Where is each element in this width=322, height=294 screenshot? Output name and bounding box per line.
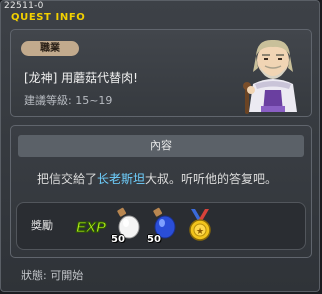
exp-icon: EXP xyxy=(76,219,108,237)
window-title: QUEST INFO xyxy=(11,12,86,23)
reward-label: 獎勵 xyxy=(31,219,53,232)
medal-icon: ★ xyxy=(189,209,211,241)
reward-qty: 50 xyxy=(147,234,161,245)
quest-info-window: 22511-0 QUEST INFO 職業 [龙神] 用蘑菇代替肉! 建議等級:… xyxy=(0,0,320,292)
quest-id: 22511-0 xyxy=(4,1,44,11)
svg-text:EXP: EXP xyxy=(76,219,107,236)
npc-name-link[interactable]: 长老斯坦 xyxy=(97,172,145,186)
quest-content-panel: 內容 把信交給了长老斯坦大叔。听听他的答复吧。 獎勵 EXP 50 50 ★ xyxy=(10,125,312,258)
reward-white-potion[interactable]: 50 xyxy=(109,207,143,245)
reward-medal[interactable]: ★ xyxy=(183,207,217,245)
quest-status: 狀態: 可開始 xyxy=(21,269,84,282)
quest-header-panel: 職業 [龙神] 用蘑菇代替肉! 建議等級: 15~19 xyxy=(10,29,312,117)
quest-description: 把信交給了长老斯坦大叔。听听他的答复吧。 xyxy=(37,172,278,186)
reward-panel: 獎勵 EXP 50 50 ★ xyxy=(16,202,306,250)
job-badge: 職業 xyxy=(21,41,79,56)
reward-exp[interactable]: EXP xyxy=(75,207,109,245)
recommended-level: 建議等級: 15~19 xyxy=(24,94,113,107)
npc-elder-portrait xyxy=(243,39,297,114)
reward-qty: 50 xyxy=(111,234,125,245)
svg-text:★: ★ xyxy=(196,227,204,237)
quest-name: [龙神] 用蘑菇代替肉! xyxy=(24,71,138,85)
reward-blue-potion[interactable]: 50 xyxy=(145,207,179,245)
content-header: 內容 xyxy=(18,135,304,157)
